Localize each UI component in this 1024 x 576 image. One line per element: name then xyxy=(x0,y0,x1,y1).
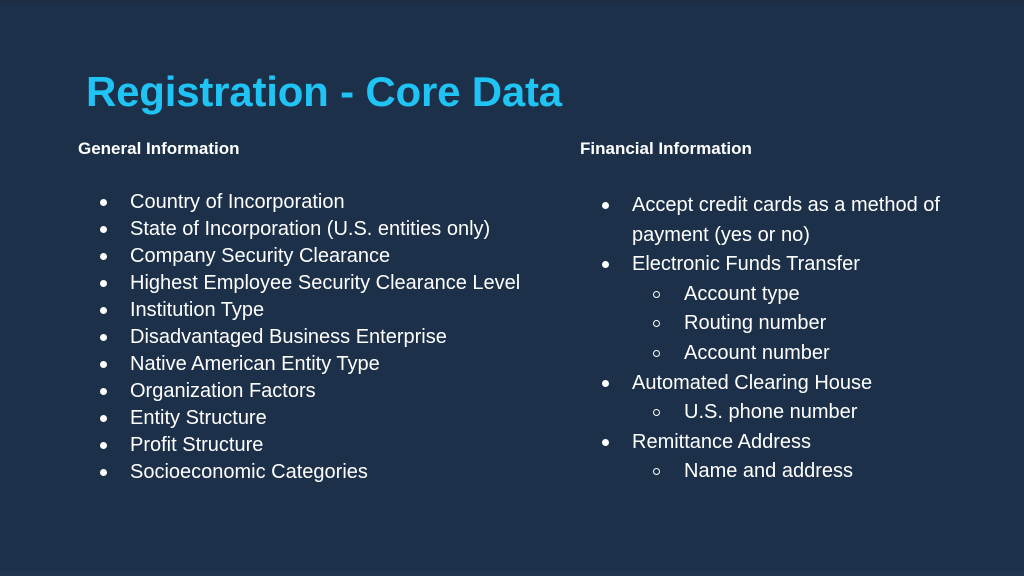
list-item-label: Disadvantaged Business Enterprise xyxy=(130,326,447,349)
list-item-label: Company Security Clearance xyxy=(130,245,391,268)
list-item-label: Remittance Address xyxy=(632,430,811,453)
sub-list-item-label: Routing number xyxy=(684,312,827,335)
list-item-label: Highest Employee Security Clearance Leve… xyxy=(130,272,521,295)
sub-bullet-list: Name and address xyxy=(632,457,1000,487)
list-item: Country of Incorporation xyxy=(78,189,578,216)
bullet-dot-icon xyxy=(100,226,107,234)
bullet-ring-icon xyxy=(653,468,660,476)
sub-list-item-label: Account type xyxy=(684,282,800,305)
list-item: Electronic Funds Transfer Account type R… xyxy=(580,250,1000,368)
bullet-dot-icon xyxy=(100,280,107,288)
section-heading-financial: Financial Information xyxy=(580,139,752,158)
sub-list-item-label: U.S. phone number xyxy=(684,401,858,424)
list-item: Automated Clearing House U.S. phone numb… xyxy=(580,369,1000,428)
bullet-list-general: Country of Incorporation State of Incorp… xyxy=(78,189,578,486)
list-item: Entity Structure xyxy=(78,405,578,432)
sub-list-item: Name and address xyxy=(632,457,1000,487)
list-item-label: Entity Structure xyxy=(130,407,267,430)
bullet-dot-icon xyxy=(100,415,107,423)
bullet-ring-icon xyxy=(653,350,660,358)
bullet-dot-icon xyxy=(602,261,609,269)
sub-list-item: Account number xyxy=(632,339,1000,369)
sub-list-item: Account type xyxy=(632,280,1000,310)
sub-bullet-list: U.S. phone number xyxy=(632,398,1000,428)
list-item: Remittance Address Name and address xyxy=(580,428,1000,487)
bullet-dot-icon xyxy=(100,442,107,450)
bottom-edge-band xyxy=(0,571,1024,576)
sub-list-item: U.S. phone number xyxy=(632,398,1000,428)
section-financial-information: Financial Information Accept credit card… xyxy=(580,138,1000,487)
bullet-dot-icon xyxy=(100,334,107,342)
list-item: Accept credit cards as a method of payme… xyxy=(580,191,1000,250)
list-item: Disadvantaged Business Enterprise xyxy=(78,324,578,351)
list-item: Company Security Clearance xyxy=(78,243,578,270)
list-item: Socioeconomic Categories xyxy=(78,459,578,486)
list-item-label: Institution Type xyxy=(130,299,265,322)
list-item-label: Profit Structure xyxy=(130,434,264,457)
bullet-dot-icon xyxy=(100,307,107,315)
bullet-dot-icon xyxy=(100,253,107,261)
list-item: Organization Factors xyxy=(78,378,578,405)
list-item-label: Electronic Funds Transfer xyxy=(632,253,860,276)
list-item: Native American Entity Type xyxy=(78,351,578,378)
top-edge-band xyxy=(0,0,1024,4)
list-item-label: Socioeconomic Categories xyxy=(130,461,368,484)
page-title: Registration - Core Data xyxy=(86,68,562,116)
bullet-ring-icon xyxy=(653,320,660,328)
bullet-dot-icon xyxy=(602,379,609,387)
list-item-label: Accept credit cards as a method of payme… xyxy=(632,194,940,246)
list-item-label: State of Incorporation (U.S. entities on… xyxy=(130,218,491,241)
sub-bullet-list: Account type Routing number Account numb… xyxy=(632,280,1000,369)
sub-list-item-label: Name and address xyxy=(684,460,853,483)
list-item: State of Incorporation (U.S. entities on… xyxy=(78,216,578,243)
slide-canvas: Registration - Core Data General Informa… xyxy=(0,0,1024,576)
bullet-dot-icon xyxy=(100,199,107,207)
list-item: Institution Type xyxy=(78,297,578,324)
bullet-dot-icon xyxy=(100,388,107,396)
bullet-dot-icon xyxy=(100,469,107,477)
sub-list-item: Routing number xyxy=(632,309,1000,339)
bullet-dot-icon xyxy=(100,361,107,369)
bullet-dot-icon xyxy=(602,438,609,446)
list-item-label: Automated Clearing House xyxy=(632,371,873,394)
bullet-ring-icon xyxy=(653,409,660,417)
list-item-label: Country of Incorporation xyxy=(130,191,345,214)
section-general-information: General Information Country of Incorpora… xyxy=(78,138,578,486)
sub-list-item-label: Account number xyxy=(684,342,830,365)
bullet-dot-icon xyxy=(602,202,609,210)
bullet-ring-icon xyxy=(653,290,660,298)
bullet-list-financial: Accept credit cards as a method of payme… xyxy=(580,191,1000,487)
list-item-label: Organization Factors xyxy=(130,380,316,403)
list-item: Profit Structure xyxy=(78,432,578,459)
section-heading-general: General Information xyxy=(78,139,240,158)
list-item: Highest Employee Security Clearance Leve… xyxy=(78,270,578,297)
list-item-label: Native American Entity Type xyxy=(130,353,380,376)
